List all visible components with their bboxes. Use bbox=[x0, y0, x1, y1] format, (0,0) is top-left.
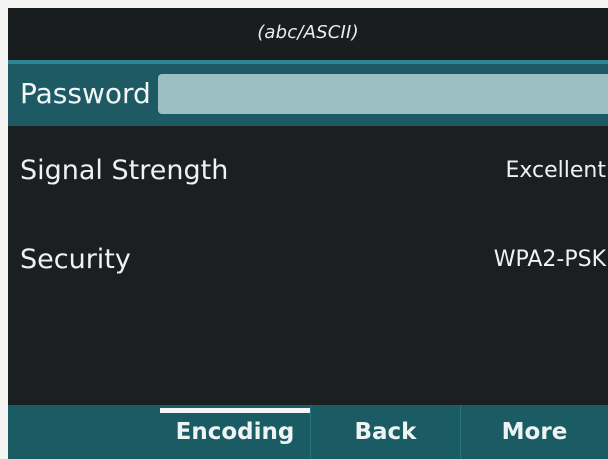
softkey-bar: Encoding Back More bbox=[8, 405, 608, 459]
signal-strength-value: Excellent bbox=[505, 158, 607, 183]
more-softkey[interactable]: More bbox=[460, 405, 608, 459]
signal-strength-label: Signal Strength bbox=[20, 155, 229, 186]
phone-screen: (abc/ASCII) Password Signal Strength Exc… bbox=[8, 8, 608, 459]
password-label: Password bbox=[20, 77, 151, 110]
signal-strength-row[interactable]: Signal Strength Excellent bbox=[8, 142, 608, 202]
encoding-softkey[interactable]: Encoding bbox=[160, 405, 310, 459]
password-row[interactable]: Password bbox=[8, 64, 608, 126]
password-input[interactable] bbox=[158, 74, 608, 114]
security-label: Security bbox=[20, 244, 131, 275]
security-row[interactable]: Security WPA2-PSK bbox=[8, 231, 608, 291]
selected-softkey-indicator bbox=[160, 408, 310, 413]
phone-frame: (abc/ASCII) Password Signal Strength Exc… bbox=[0, 0, 608, 459]
input-mode-indicator: (abc/ASCII) bbox=[257, 22, 359, 43]
back-softkey[interactable]: Back bbox=[310, 405, 460, 459]
softkey-empty bbox=[8, 405, 160, 459]
status-bar: (abc/ASCII) bbox=[8, 8, 608, 60]
security-value: WPA2-PSK bbox=[493, 247, 606, 272]
